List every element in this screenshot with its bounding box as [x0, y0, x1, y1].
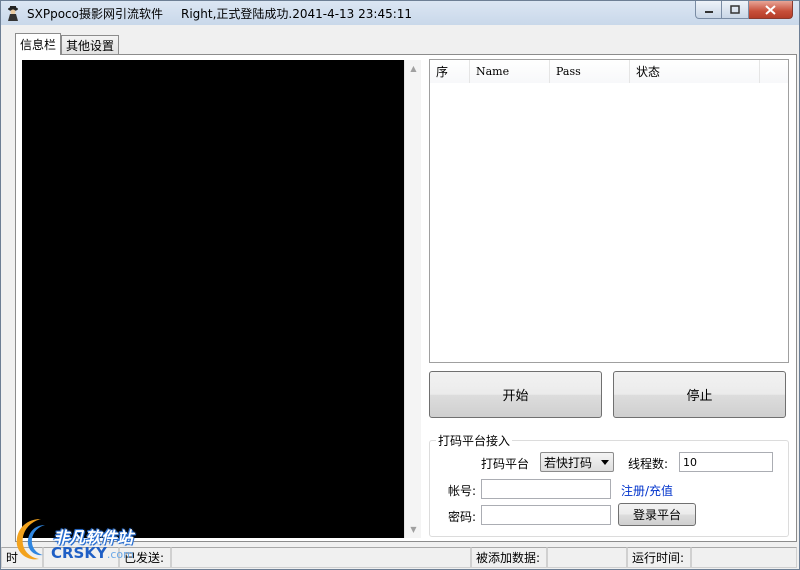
platform-select[interactable]: 若快打码: [540, 452, 614, 472]
threads-input[interactable]: 10: [679, 452, 773, 472]
account-input[interactable]: [481, 479, 611, 499]
group-title: 打码平台接入: [436, 432, 513, 449]
chevron-down-icon: [601, 460, 609, 465]
app-title: SXPpoco摄影网引流软件: [27, 6, 163, 21]
scroll-up-arrow-icon[interactable]: ▲: [405, 60, 422, 77]
window-controls: [695, 1, 793, 19]
account-label: 帐号:: [448, 484, 477, 498]
column-status[interactable]: 状态: [630, 60, 760, 83]
status-runtime-value: [691, 547, 797, 568]
status-added-value: [547, 547, 627, 568]
status-sent-label: 已发送:: [119, 547, 171, 568]
status-bar: 时 已发送: 被添加数据: 运行时间:: [1, 546, 799, 569]
column-index[interactable]: 序: [430, 60, 470, 83]
minimize-button[interactable]: [695, 1, 722, 19]
tab-info[interactable]: 信息栏: [15, 33, 62, 55]
app-icon: [5, 5, 21, 21]
register-recharge-link[interactable]: 注册/充值: [621, 482, 673, 499]
stop-button[interactable]: 停止: [613, 371, 786, 418]
tab-other-settings[interactable]: 其他设置: [61, 35, 120, 55]
close-button[interactable]: [749, 1, 793, 19]
maximize-button[interactable]: [722, 1, 749, 19]
status-cell-time: 时: [1, 547, 43, 568]
tab-strip: 信息栏 其他设置: [15, 33, 120, 55]
info-tab-panel: ▲ ▼ 序 Name Pass 状态 开始 停止 打码平台接入 打码平台 若快打…: [15, 54, 797, 542]
column-pass[interactable]: Pass: [550, 60, 630, 83]
account-list[interactable]: 序 Name Pass 状态: [429, 59, 789, 363]
platform-selected-value: 若快打码: [544, 455, 593, 470]
status-sent-value: [171, 547, 471, 568]
main-window: SXPpoco摄影网引流软件 Right,正式登陆成功.2041-4-13 23…: [0, 0, 800, 570]
console-scrollbar[interactable]: ▲ ▼: [404, 60, 421, 538]
maximize-icon: [730, 5, 740, 14]
start-button[interactable]: 开始: [429, 371, 602, 418]
scroll-down-arrow-icon[interactable]: ▼: [405, 521, 422, 538]
captcha-platform-group: 打码平台接入 打码平台 若快打码 线程数: 10 帐号: 注册/充值 密码: 登…: [429, 432, 789, 537]
column-name[interactable]: Name: [470, 60, 550, 83]
status-cell-empty-1: [43, 547, 119, 568]
log-console[interactable]: [22, 60, 404, 538]
login-status-title: Right,正式登陆成功.2041-4-13 23:45:11: [180, 6, 413, 21]
account-list-header: 序 Name Pass 状态: [430, 60, 788, 83]
status-runtime-label: 运行时间:: [627, 547, 691, 568]
password-label: 密码:: [448, 510, 477, 524]
column-filler: [760, 60, 788, 83]
status-added-label: 被添加数据:: [471, 547, 547, 568]
minimize-icon: [704, 10, 713, 13]
threads-label: 线程数:: [628, 457, 669, 471]
platform-label: 打码平台: [481, 457, 530, 471]
title-bar[interactable]: SXPpoco摄影网引流软件 Right,正式登陆成功.2041-4-13 23…: [1, 1, 799, 25]
close-icon: [765, 4, 776, 15]
login-platform-button[interactable]: 登录平台: [618, 503, 696, 526]
password-input[interactable]: [481, 505, 611, 525]
